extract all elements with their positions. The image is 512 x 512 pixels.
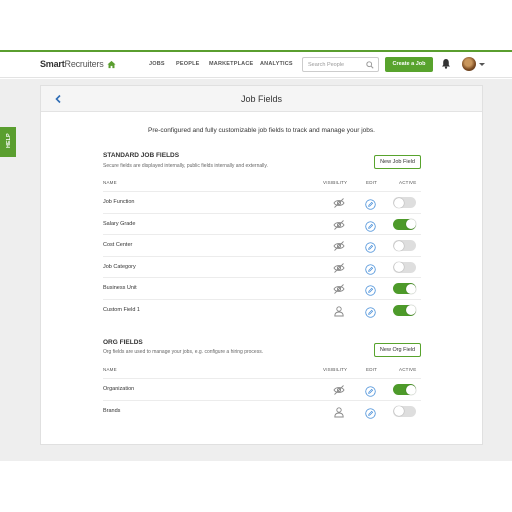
edit-icon[interactable]	[365, 406, 376, 419]
search-placeholder: Search People	[308, 62, 345, 68]
home-icon[interactable]	[107, 60, 116, 69]
active-toggle[interactable]	[393, 197, 416, 208]
chevron-down-icon[interactable]	[479, 63, 485, 66]
nav-analytics[interactable]: ANALYTICS	[260, 61, 293, 67]
col-header-visibility-org: VISIBILITY	[323, 367, 348, 372]
field-name: Brands	[103, 407, 121, 414]
standard-section-subtitle: Secure fields are displayed internally, …	[103, 163, 268, 169]
page-intro: Pre-configured and fully customizable jo…	[148, 127, 375, 134]
col-header-visibility: VISIBILITY	[323, 180, 348, 185]
field-name: Salary Grade	[103, 220, 136, 227]
col-header-edit-org: EDIT	[366, 367, 378, 372]
col-header-active: ACTIVE	[399, 180, 417, 185]
edit-icon[interactable]	[365, 219, 376, 232]
edit-icon[interactable]	[365, 240, 376, 253]
active-toggle[interactable]	[393, 283, 416, 294]
person-icon[interactable]	[333, 405, 345, 417]
field-row-salary-grade: Salary Grade	[103, 212, 421, 234]
active-toggle[interactable]	[393, 240, 416, 251]
active-toggle[interactable]	[393, 405, 416, 417]
toggle-knob	[405, 283, 416, 294]
smartrecruiters-logo[interactable]: SmartRecruiters	[40, 59, 104, 69]
toggle-knob	[405, 305, 416, 315]
edit-icon[interactable]	[365, 283, 376, 296]
toggle-knob	[405, 219, 416, 229]
edit-icon[interactable]	[365, 197, 376, 210]
help-tab[interactable]: HELP	[0, 127, 16, 157]
job-fields-card: Job Fields Pre-configured and fully cust…	[40, 85, 483, 445]
nav-jobs[interactable]: JOBS	[149, 61, 165, 67]
field-row-business-unit: Business Unit	[103, 277, 421, 298]
field-name: Job Function	[103, 199, 135, 205]
field-row-brands: Brands	[103, 399, 421, 421]
field-row-custom-field-1: Custom Field 1	[103, 298, 421, 320]
field-name: Business Unit	[103, 285, 137, 291]
help-label: HELP	[6, 133, 12, 148]
toggle-knob	[393, 240, 404, 251]
create-job-button[interactable]: Create a Job	[385, 57, 433, 72]
field-row-cost-center: Cost Center	[103, 234, 421, 255]
logo-text-light: Recruiters	[64, 59, 104, 69]
search-input[interactable]: Search People	[302, 57, 379, 72]
new-org-field-button[interactable]: New Org Field	[374, 343, 421, 357]
edit-icon[interactable]	[365, 305, 376, 318]
nav-people[interactable]: PEOPLE	[176, 61, 200, 67]
toggle-knob	[393, 262, 404, 272]
org-section-title: ORG FIELDS	[103, 339, 143, 346]
edit-icon[interactable]	[365, 262, 376, 275]
toggle-knob	[393, 406, 404, 416]
col-header-name: NAME	[103, 180, 117, 185]
new-job-field-button[interactable]: New Job Field	[374, 155, 421, 169]
field-row-job-category: Job Category	[103, 255, 421, 277]
active-toggle[interactable]	[393, 218, 416, 230]
page-title: Job Fields	[240, 94, 283, 104]
avatar[interactable]	[462, 57, 476, 71]
col-header-active-org: ACTIVE	[399, 367, 417, 372]
active-toggle[interactable]	[393, 261, 416, 273]
toggle-knob	[393, 197, 404, 208]
edit-icon[interactable]	[365, 384, 376, 397]
logo-text-bold: Smart	[40, 59, 65, 69]
toggle-knob	[405, 384, 416, 395]
hidden-eye-icon[interactable]	[333, 383, 345, 395]
field-name: Custom Field 1	[103, 306, 140, 313]
person-icon[interactable]	[333, 304, 345, 316]
hidden-eye-icon[interactable]	[333, 239, 345, 251]
hidden-eye-icon[interactable]	[333, 196, 345, 208]
col-header-name-org: NAME	[103, 367, 117, 372]
field-row-organization: Organization	[103, 378, 421, 399]
nav-marketplace[interactable]: MARKETPLACE	[209, 61, 253, 67]
hidden-eye-icon[interactable]	[333, 282, 345, 294]
active-toggle[interactable]	[393, 384, 416, 395]
col-header-edit: EDIT	[366, 180, 378, 185]
field-name: Organization	[103, 386, 135, 392]
bell-icon[interactable]	[441, 58, 451, 69]
search-icon[interactable]	[366, 61, 374, 69]
hidden-eye-icon[interactable]	[333, 218, 345, 230]
field-row-job-function: Job Function	[103, 191, 421, 212]
standard-section-title: STANDARD JOB FIELDS	[103, 152, 180, 159]
org-section-subtitle: Org fields are used to manage your jobs,…	[103, 349, 264, 355]
field-name: Job Category	[103, 263, 136, 270]
card-header: Job Fields	[41, 86, 482, 112]
hidden-eye-icon[interactable]	[333, 261, 345, 273]
top-navigation-bar: SmartRecruiters JOBS PEOPLE MARKETPLACE …	[0, 52, 512, 78]
field-name: Cost Center	[103, 242, 133, 248]
active-toggle[interactable]	[393, 304, 416, 316]
